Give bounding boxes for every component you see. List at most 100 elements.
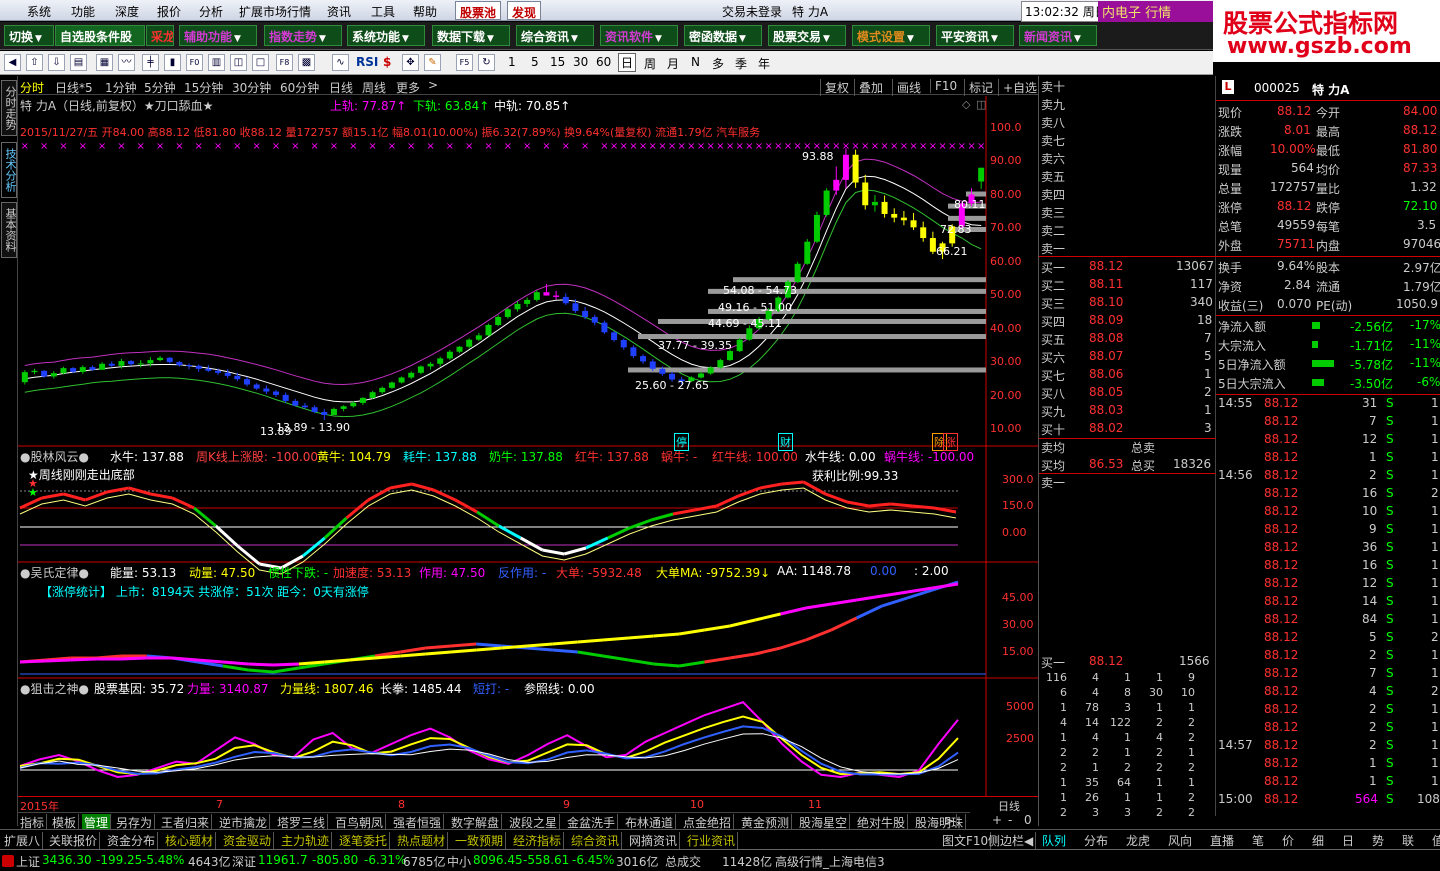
- menu-news[interactable]: 资讯: [327, 3, 351, 20]
- function-tab[interactable]: 扩展八: [2, 832, 44, 849]
- period-30[interactable]: 30: [573, 55, 588, 69]
- dragon-button[interactable]: 采龙: [146, 25, 174, 46]
- zx-index[interactable]: 8096.45: [473, 853, 523, 867]
- right-tab[interactable]: 联: [1402, 832, 1414, 849]
- function-tab[interactable]: 逐笔委托: [337, 832, 391, 849]
- function-tab[interactable]: 网摘资讯: [627, 832, 681, 849]
- right-tab[interactable]: 龙虎: [1126, 832, 1150, 849]
- chart-icon[interactable]: ◫: [230, 54, 247, 71]
- period-1[interactable]: 1: [508, 55, 516, 69]
- chart-canvas[interactable]: × × × × × × × × × × × × × × × × × × × × × × × × × × × × × × × × × × × × × × × ×…: [18, 76, 1038, 812]
- zoom-in-icon[interactable]: +: [992, 813, 1002, 827]
- menu-help[interactable]: 帮助: [413, 3, 437, 20]
- right-tab[interactable]: 值: [1432, 832, 1440, 849]
- sidebar-tab[interactable]: 侧边栏◀: [986, 832, 1037, 849]
- period-day[interactable]: 日: [618, 53, 637, 72]
- up-icon[interactable]: ⇧: [26, 54, 43, 71]
- function-tab[interactable]: 行业资讯: [685, 832, 739, 849]
- tab-daily[interactable]: 日线: [329, 79, 353, 96]
- function-tab[interactable]: 主力轨迹: [279, 832, 333, 849]
- right-tab[interactable]: 势: [1372, 832, 1384, 849]
- function-tab[interactable]: 综合资讯: [569, 832, 623, 849]
- function-tab[interactable]: 热点题材: [395, 832, 449, 849]
- menu-tools[interactable]: 工具: [371, 3, 395, 20]
- function-tab[interactable]: 资金驱动: [221, 832, 275, 849]
- sh-index[interactable]: 3436.30: [42, 853, 92, 867]
- ind2-name[interactable]: ●吴氏定律●: [20, 564, 89, 581]
- period-month[interactable]: 月: [667, 55, 679, 72]
- pencil-icon[interactable]: ✎: [424, 54, 441, 71]
- zoom-out-icon[interactable]: -: [1008, 813, 1012, 827]
- index-trend-button[interactable]: 指数走势 ▼: [264, 25, 342, 46]
- tab-1min[interactable]: 1分钟: [105, 79, 137, 96]
- overlay-button[interactable]: 叠加: [854, 79, 883, 96]
- rsi-button[interactable]: RSI: [356, 55, 378, 69]
- draw-line-button[interactable]: 画线: [892, 79, 921, 96]
- news-software-button[interactable]: 资讯软件 ▼: [600, 25, 678, 46]
- right-tab[interactable]: 风向: [1168, 832, 1192, 849]
- period-quarter[interactable]: 季: [735, 55, 747, 72]
- period-week[interactable]: 周: [644, 55, 656, 72]
- secret-data-button[interactable]: 密函数据 ▼: [684, 25, 762, 46]
- period-60[interactable]: 60: [596, 55, 611, 69]
- grid-icon[interactable]: ▦: [96, 54, 113, 71]
- tab-5min[interactable]: 5分钟: [144, 79, 176, 96]
- function-tab[interactable]: 关联报价: [47, 832, 101, 849]
- tab-timeshare[interactable]: 分时走势: [1, 80, 17, 136]
- server-name[interactable]: 高级行情_上海电信3: [775, 853, 885, 870]
- tab-technical[interactable]: 技术分析: [1, 142, 17, 198]
- f10-tab[interactable]: 图文F10: [940, 832, 992, 849]
- add-watchlist-button[interactable]: +自选: [998, 79, 1037, 96]
- tab-30min[interactable]: 30分钟: [232, 79, 271, 96]
- bar-icon[interactable]: ▮: [164, 54, 181, 71]
- document-icon[interactable]: ▤: [70, 54, 87, 71]
- back-icon[interactable]: ◀: [4, 54, 21, 71]
- f8-icon[interactable]: F8: [276, 54, 293, 71]
- right-tab[interactable]: 直播: [1210, 832, 1234, 849]
- stock-code[interactable]: 000025: [1254, 81, 1300, 95]
- more-arrow-icon[interactable]: >: [428, 78, 438, 92]
- menu-depth[interactable]: 深度: [115, 3, 139, 20]
- function-tab[interactable]: 资金分布: [105, 832, 159, 849]
- f10-icon[interactable]: F0: [186, 54, 203, 71]
- window-toggle-icon[interactable]: ◫: [976, 98, 986, 111]
- mark-button[interactable]: 标记: [964, 79, 993, 96]
- stock-trade-button[interactable]: 股票交易 ▼: [768, 25, 846, 46]
- period-n[interactable]: N: [691, 55, 700, 69]
- switch-button[interactable]: 切换 ▼: [4, 25, 54, 46]
- sz-index[interactable]: 11961.7: [258, 853, 308, 867]
- tab-day5[interactable]: 日线*5: [55, 79, 93, 96]
- watchlist-button[interactable]: 自选股条件股: [55, 25, 145, 46]
- tab-weekly[interactable]: 周线: [362, 79, 386, 96]
- data-download-button[interactable]: 数据下载 ▼: [432, 25, 510, 46]
- move-icon[interactable]: ✥: [402, 54, 419, 71]
- refresh-icon[interactable]: ↻: [478, 54, 495, 71]
- menu-system[interactable]: 系统: [27, 3, 51, 20]
- tabs-scroll-right-icon[interactable]: >: [942, 814, 958, 828]
- f5-icon[interactable]: F5: [456, 54, 473, 71]
- down-icon[interactable]: ⇩: [48, 54, 65, 71]
- window-icon[interactable]: □: [252, 54, 269, 71]
- right-tab[interactable]: 笔: [1252, 832, 1264, 849]
- tab-fenshi[interactable]: 分时: [20, 79, 44, 96]
- menu-function[interactable]: 功能: [71, 3, 95, 20]
- composite-news-button[interactable]: 综合资讯 ▼: [516, 25, 594, 46]
- pingan-news-button[interactable]: 平安资讯 ▼: [936, 25, 1014, 46]
- dollar-icon[interactable]: $: [383, 55, 391, 69]
- line-chart-icon[interactable]: 〰: [118, 54, 135, 71]
- tab-more[interactable]: 更多: [396, 79, 420, 96]
- ind1-name[interactable]: ●股林风云●: [20, 448, 89, 465]
- right-tab[interactable]: 细: [1312, 832, 1324, 849]
- menu-discover[interactable]: 发现: [507, 1, 542, 20]
- function-tab[interactable]: 一致预期: [453, 832, 507, 849]
- system-function-button[interactable]: 系统功能 ▼: [347, 25, 425, 46]
- diamond-icon[interactable]: ◇: [962, 98, 970, 111]
- f10-button[interactable]: F10: [930, 79, 957, 93]
- news-ticker[interactable]: 内电子 行情: [1098, 1, 1214, 22]
- function-tab[interactable]: 核心题材: [163, 832, 217, 849]
- news-info-button[interactable]: 新闻资讯 ▼: [1019, 25, 1097, 46]
- period-15[interactable]: 15: [550, 55, 565, 69]
- candle-icon[interactable]: ╪: [142, 54, 159, 71]
- assist-function-button[interactable]: 辅助功能 ▼: [179, 25, 257, 46]
- right-tab[interactable]: 分布: [1084, 832, 1108, 849]
